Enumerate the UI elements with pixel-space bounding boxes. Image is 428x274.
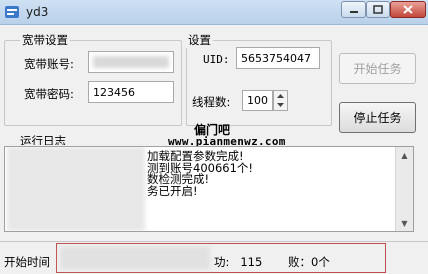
fail-count: 败：0个 — [288, 255, 330, 269]
close-icon — [391, 2, 425, 17]
stepper-up-icon[interactable] — [274, 91, 287, 100]
start-time-label: 开始时间 — [4, 255, 50, 269]
broadband-group-label: 宽带设置 — [20, 32, 70, 48]
stepper-down-icon[interactable] — [274, 101, 287, 110]
threads-label: 线程数: — [192, 95, 231, 109]
log-lines: 加载配置参数完成! 测到账号400661个! 数检测完成! 务已开启! — [147, 150, 253, 198]
title-bar: yd3 — [0, 0, 428, 25]
scroll-up-icon[interactable]: ▲ — [396, 147, 413, 163]
success-count: 功: 115 — [214, 255, 263, 269]
password-field[interactable] — [88, 81, 174, 103]
uid-label: UID: — [203, 53, 230, 66]
log-line: 务已开启! — [147, 183, 198, 198]
uid-field[interactable] — [236, 47, 320, 69]
password-label: 宽带密码: — [24, 87, 74, 101]
start-task-button[interactable]: 开始任务 — [339, 53, 416, 84]
maximize-button[interactable] — [366, 1, 390, 18]
minimize-button[interactable] — [341, 1, 366, 18]
window-title: yd3 — [26, 5, 49, 19]
scroll-down-icon[interactable]: ▼ — [396, 215, 413, 231]
minimize-icon — [342, 2, 365, 17]
log-panel[interactable]: 加载配置参数完成! 测到账号400661个! 数检测完成! 务已开启! ▲ ▼ — [4, 146, 414, 232]
log-scrollbar[interactable]: ▲ ▼ — [395, 147, 413, 231]
threads-stepper[interactable] — [273, 90, 288, 111]
status-redaction — [60, 247, 210, 269]
account-redaction — [93, 56, 169, 68]
log-redaction — [7, 147, 145, 231]
threads-field[interactable] — [242, 90, 273, 111]
app-icon — [5, 6, 19, 18]
settings-group-label: 设置 — [186, 32, 213, 48]
maximize-icon — [367, 2, 389, 17]
account-label: 宽带账号: — [24, 57, 74, 71]
close-button[interactable] — [390, 1, 426, 18]
stop-task-button[interactable]: 停止任务 — [339, 102, 416, 133]
status-bar: 开始时间 功: 115 败：0个 — [0, 241, 428, 274]
